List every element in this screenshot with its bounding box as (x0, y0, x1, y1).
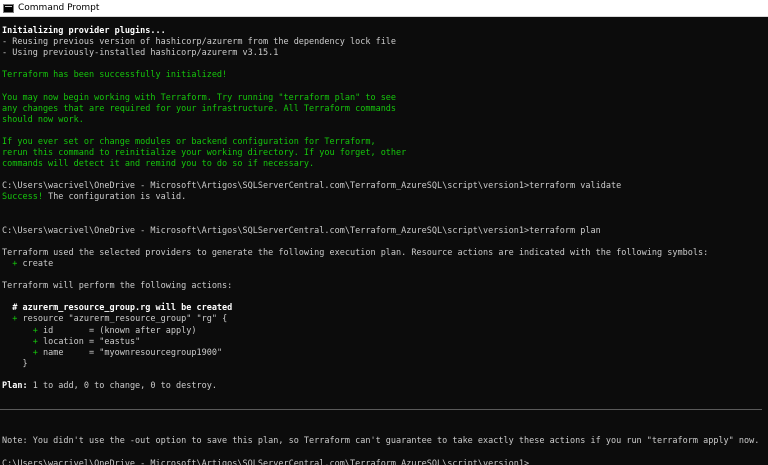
line-text: resource "azurerm_resource_group" "rg" { (17, 314, 228, 325)
vertical-scrollbar[interactable] (762, 17, 768, 465)
console-line: + location = "eastus" (2, 337, 762, 348)
console-line: Success! The configuration is valid. (2, 192, 762, 203)
line-text: id = (known after apply) (37, 325, 197, 336)
console-line: Note: You didn't use the -out option to … (2, 436, 760, 447)
console-line: C:\Users\wacrivel\OneDrive - Microsoft\A… (2, 225, 601, 236)
console-line: + id = (known after apply) (2, 326, 762, 337)
window-title: Command Prompt (18, 3, 100, 13)
console-line: rerun this command to reinitialize your … (2, 148, 407, 159)
console-line: # azurerm_resource_group.rg will be crea… (2, 303, 233, 314)
console-line: If you ever set or change modules or bac… (2, 136, 376, 147)
console-line: Terraform will perform the following act… (2, 281, 233, 292)
console-text: Initializing provider plugins... - Reusin… (2, 26, 762, 465)
console-line: should now work. (2, 114, 84, 125)
console-line: } (2, 358, 28, 369)
console-line: Plan: 1 to add, 0 to change, 0 to destro… (2, 381, 762, 392)
cmd-icon (3, 3, 14, 13)
line-text: create (17, 258, 54, 269)
console-line: commands will detect it and remind you t… (2, 159, 315, 170)
console-line: Terraform used the selected providers to… (2, 247, 709, 258)
output-separator (0, 409, 768, 410)
console-line: - Reusing previous version of hashicorp/… (2, 37, 397, 48)
line-text: name = "myownresourcegroup1900" (37, 347, 223, 358)
console-line: You may now begin working with Terraform… (2, 92, 397, 103)
console-line: C:\Users\wacrivel\OneDrive - Microsoft\A… (2, 458, 530, 465)
command-prompt-window: Command Prompt Initializing provider plu… (0, 0, 768, 465)
console-line: + name = "myownresourcegroup1900" (2, 348, 762, 359)
title-bar[interactable]: Command Prompt (0, 0, 768, 17)
line-text: location = "eastus" (37, 336, 141, 347)
line-text: The configuration is valid. (42, 192, 187, 203)
console-output[interactable]: Initializing provider plugins... - Reusin… (0, 17, 768, 465)
console-line: Initializing provider plugins... (2, 26, 166, 36)
console-line: Terraform has been successfully initiali… (2, 70, 228, 81)
console-line: + resource "azurerm_resource_group" "rg"… (2, 314, 762, 325)
console-line: C:\Users\wacrivel\OneDrive - Microsoft\A… (2, 181, 622, 192)
console-line: + create (2, 259, 762, 270)
console-line: - Using previously-installed hashicorp/a… (2, 48, 279, 59)
success-label: Success! (2, 192, 43, 203)
console-line: any changes that are required for your i… (2, 103, 397, 114)
line-text: 1 to add, 0 to change, 0 to destroy. (27, 381, 217, 391)
plan-label: Plan: (2, 381, 28, 391)
